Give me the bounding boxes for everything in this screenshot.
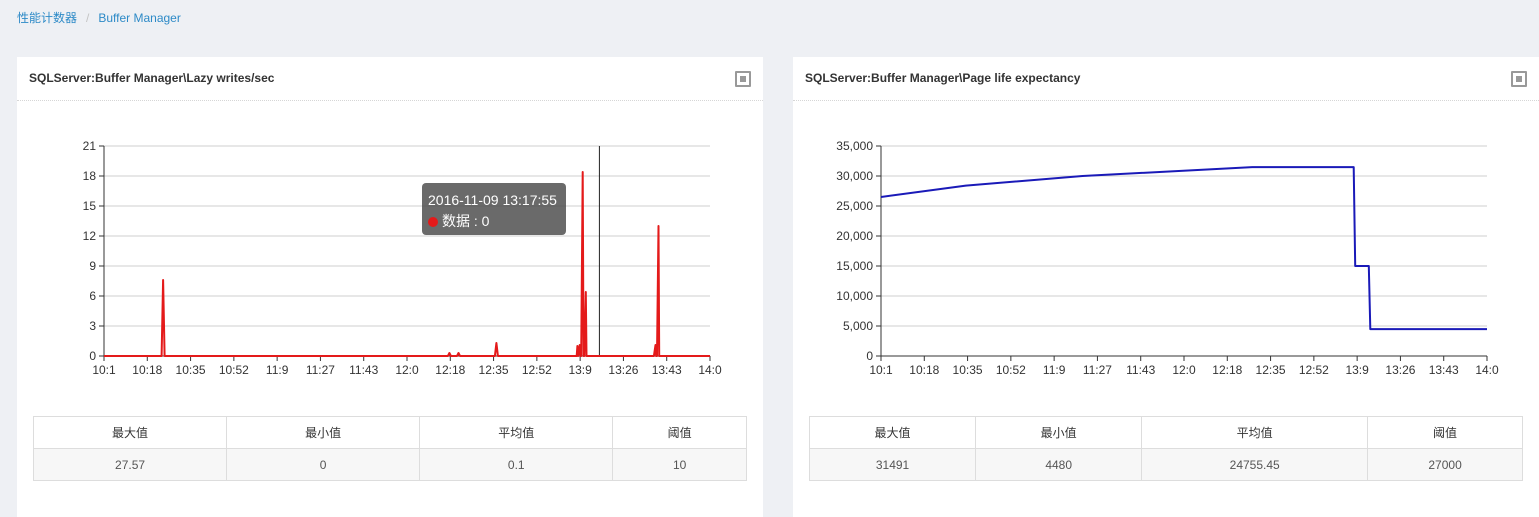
lazy-writes-chart[interactable]: 0 3 6 9 12 15 18 21 10:1 10:18 10:35 10:52 11:9 11:27… xyxy=(17,101,763,401)
tooltip-series: 数据 xyxy=(442,213,470,229)
breadcrumb-current: Buffer Manager xyxy=(98,11,181,25)
y-tick-label: 30,000 xyxy=(836,169,873,183)
expand-icon[interactable] xyxy=(1511,71,1527,87)
x-tick-label: 10:52 xyxy=(996,363,1026,377)
y-tick-label: 0 xyxy=(866,349,873,363)
y-tick-label: 0 xyxy=(89,349,96,363)
y-tick-label: 5,000 xyxy=(843,319,873,333)
stats-header-threshold: 阈值 xyxy=(612,416,747,449)
x-tick-label: 13:26 xyxy=(608,363,638,377)
series-line xyxy=(880,166,1487,331)
x-tick-label: 12:0 xyxy=(1172,363,1196,377)
series-line xyxy=(104,171,710,357)
x-tick-label: 11:27 xyxy=(1083,363,1112,377)
stats-header-min: 最小值 xyxy=(226,416,421,449)
x-tick-label: 13:9 xyxy=(1345,363,1369,377)
expand-icon[interactable] xyxy=(735,71,751,87)
x-tick-label: 12:18 xyxy=(1212,363,1242,377)
y-tick-label: 10,000 xyxy=(836,289,873,303)
x-tick-label: 14:0 xyxy=(698,363,722,377)
x-tick-label: 11:9 xyxy=(266,363,289,377)
y-tick-label: 9 xyxy=(89,259,96,273)
breadcrumb-separator: / xyxy=(86,11,90,25)
x-tick-label: 10:35 xyxy=(176,363,206,377)
breadcrumb-link-parent[interactable]: 性能计数器 xyxy=(17,11,77,25)
x-tick-label: 12:52 xyxy=(1299,363,1329,377)
panel-title: SQLServer:Buffer Manager\Page life expec… xyxy=(805,71,1081,85)
y-tick-label: 25,000 xyxy=(836,199,873,213)
stats-value-avg: 24755.45 xyxy=(1141,448,1369,481)
x-tick-label: 13:26 xyxy=(1385,363,1415,377)
stats-value-min: 4480 xyxy=(975,448,1143,481)
y-tick-label: 15,000 xyxy=(836,259,873,273)
stats-header-row: 最大值 最小值 平均值 阈值 xyxy=(808,416,1523,449)
stats-value-row: 27.57 0 0.1 10 xyxy=(32,448,747,481)
x-tick-label: 10:1 xyxy=(92,363,116,377)
stats-header-min: 最小值 xyxy=(975,416,1143,449)
x-tick-label: 11:27 xyxy=(306,363,335,377)
tooltip-value: 0 xyxy=(481,213,490,229)
y-tick-label: 18 xyxy=(83,169,97,183)
y-tick-label: 21 xyxy=(83,139,97,153)
y-tick-label: 3 xyxy=(89,319,96,333)
stats-value-threshold: 27000 xyxy=(1367,448,1523,481)
y-tick-label: 20,000 xyxy=(836,229,873,243)
chart-tooltip: 2016-11-09 13:17:55 数据 : 0 xyxy=(422,183,566,235)
panel-page-life: SQLServer:Buffer Manager\Page life expec… xyxy=(793,57,1539,517)
x-tick-label: 10:18 xyxy=(132,363,162,377)
x-tick-label: 10:35 xyxy=(953,363,983,377)
x-tick-label: 11:43 xyxy=(1126,363,1155,377)
stats-value-threshold: 10 xyxy=(612,448,747,481)
x-tick-label: 12:52 xyxy=(522,363,552,377)
stats-value-avg: 0.1 xyxy=(419,448,614,481)
tooltip-separator: : xyxy=(470,213,482,229)
panel-title: SQLServer:Buffer Manager\Lazy writes/sec xyxy=(29,71,275,85)
x-tick-label: 13:9 xyxy=(568,363,592,377)
panel-header: SQLServer:Buffer Manager\Page life expec… xyxy=(793,57,1539,101)
x-tick-label: 12:0 xyxy=(395,363,419,377)
stats-value-max: 31491 xyxy=(808,448,977,481)
x-tick-label: 10:1 xyxy=(869,363,893,377)
x-tick-label: 12:18 xyxy=(435,363,465,377)
x-tick-label: 11:9 xyxy=(1043,363,1066,377)
tooltip-dot-icon xyxy=(428,217,438,227)
breadcrumb: 性能计数器 / Buffer Manager xyxy=(17,9,181,26)
stats-table: 最大值 最小值 平均值 阈值 27.57 0 0.1 10 xyxy=(32,416,747,481)
x-tick-label: 13:43 xyxy=(652,363,682,377)
x-tick-label: 12:35 xyxy=(1256,363,1286,377)
stats-value-row: 31491 4480 24755.45 27000 xyxy=(808,448,1523,481)
tooltip-time: 2016-11-09 13:17:55 xyxy=(428,192,557,208)
y-tick-label: 6 xyxy=(89,289,96,303)
panel-lazy-writes: SQLServer:Buffer Manager\Lazy writes/sec… xyxy=(17,57,763,517)
y-tick-label: 12 xyxy=(83,229,97,243)
page-life-chart[interactable]: 0 5,000 10,000 15,000 20,000 25,000 30,000 35,0… xyxy=(793,101,1539,401)
x-tick-label: 10:52 xyxy=(219,363,249,377)
y-tick-label: 35,000 xyxy=(836,139,873,153)
x-tick-label: 13:43 xyxy=(1429,363,1459,377)
panel-header: SQLServer:Buffer Manager\Lazy writes/sec xyxy=(17,57,763,101)
x-tick-label: 10:18 xyxy=(909,363,939,377)
stats-header-max: 最大值 xyxy=(32,416,228,449)
stats-header-avg: 平均值 xyxy=(419,416,614,449)
stats-value-max: 27.57 xyxy=(32,448,228,481)
y-tick-label: 15 xyxy=(83,199,97,213)
x-tick-label: 11:43 xyxy=(349,363,378,377)
stats-header-threshold: 阈值 xyxy=(1367,416,1523,449)
stats-table: 最大值 最小值 平均值 阈值 31491 4480 24755.45 27000 xyxy=(808,416,1523,481)
stats-header-row: 最大值 最小值 平均值 阈值 xyxy=(32,416,747,449)
stats-value-min: 0 xyxy=(226,448,421,481)
x-tick-label: 14:0 xyxy=(1475,363,1499,377)
stats-header-avg: 平均值 xyxy=(1141,416,1369,449)
x-tick-label: 12:35 xyxy=(479,363,509,377)
tooltip-row: 数据 : 0 xyxy=(428,211,560,232)
stats-header-max: 最大值 xyxy=(808,416,977,449)
